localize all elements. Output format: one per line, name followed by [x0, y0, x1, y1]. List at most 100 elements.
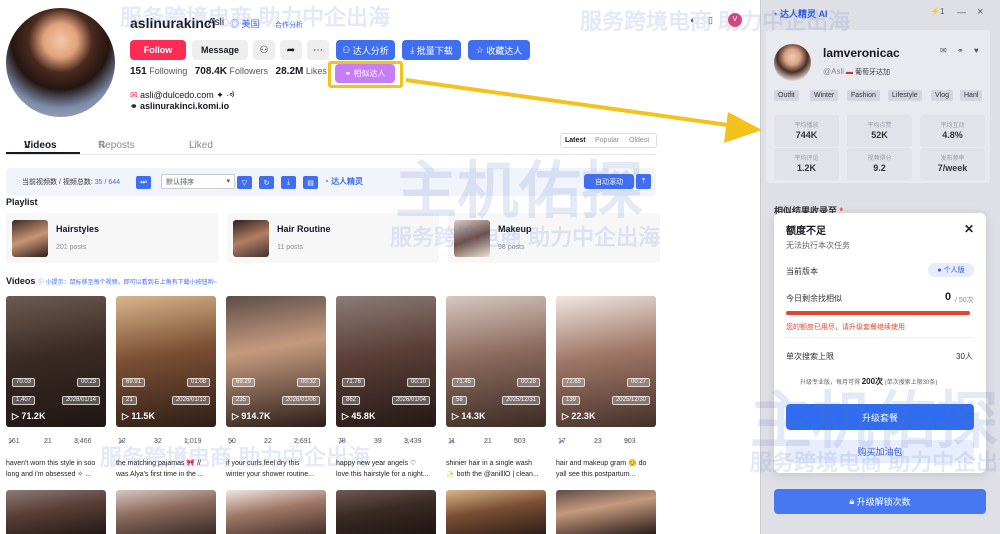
stat-label: 发布频率 — [940, 156, 965, 162]
progress-label: 当前视频数 / 视频总数: — [22, 179, 93, 186]
person-icon: ⚇ — [342, 44, 353, 55]
comments-value: 39 — [374, 438, 382, 445]
profile-link[interactable]: ⚭ aslinurakinci.komi.io — [130, 101, 229, 112]
video-card[interactable]: 71.76 00:10 862 2026/01/04 ▷ 45.8K — [336, 296, 436, 427]
plan-badge: ● 个人版 — [928, 263, 974, 277]
duration-chip: 00:10 — [406, 378, 430, 387]
saves-chip: 58 — [452, 396, 467, 405]
batch-download-button[interactable]: ⤓ 批量下载 — [402, 40, 461, 60]
buy-addon-button[interactable]: 购买加油包 — [786, 440, 974, 463]
creator-tag[interactable]: Fashion — [847, 90, 880, 101]
upgrade-note-number: 200次 — [861, 377, 884, 386]
sort-latest[interactable]: Latest — [565, 137, 586, 144]
sort-popular[interactable]: Popular — [595, 137, 619, 144]
dialog-divider — [786, 337, 974, 338]
unlock-more-button[interactable]: 🔒︎ 升级解锁次数 — [774, 489, 986, 514]
link-icon[interactable]: ⚭ — [957, 46, 964, 55]
sort-oldest[interactable]: Oldest — [629, 137, 649, 144]
creator-tag[interactable]: Outfit — [774, 90, 799, 101]
collect-influencer-button[interactable]: ☆ 收藏达人 — [468, 40, 530, 60]
playlist-count: 11 posts — [277, 244, 303, 251]
skip-icon[interactable]: ⏭ — [136, 176, 151, 189]
comments-value: 21 — [484, 438, 492, 445]
link-text[interactable]: aslinurakinci.komi.io — [140, 101, 229, 111]
video-card[interactable]: 69.29 00:32 235 2026/01/06 ▷ 914.7K — [226, 296, 326, 427]
add-friend-icon[interactable]: ⚇ — [253, 40, 275, 60]
dialog-subtitle: 无法执行本次任务 — [786, 241, 850, 250]
sort-select[interactable]: 默认排序 ▾ — [161, 174, 235, 189]
unlock-label: 升级解锁次数 — [856, 497, 911, 507]
sort-toggle: Latest Popular Oldest — [560, 133, 657, 148]
followers-count: 708.4K — [194, 66, 227, 77]
upgrade-plan-button[interactable]: 升级套餐 — [786, 404, 974, 430]
playlist-count: 98 posts — [498, 244, 525, 251]
theme-icon[interactable]: ◐ — [690, 15, 695, 25]
playlist-item[interactable]: Makeup 98 posts — [448, 213, 660, 263]
engagement-chip: 72.65 — [562, 378, 586, 387]
play-icon: ▷ — [562, 411, 572, 421]
download-icon[interactable]: ⤓ — [281, 176, 296, 189]
dialog-title: 额度不足 — [786, 226, 826, 237]
creator-name: lamveronicac — [823, 46, 900, 60]
video-card[interactable] — [336, 490, 436, 534]
scroll-top-icon[interactable]: ⤒ — [636, 174, 651, 189]
share-icon[interactable]: ➦ — [280, 40, 302, 60]
phone-icon[interactable]: ▯ — [708, 15, 713, 26]
ellipsis-icon[interactable]: ⋯ — [307, 40, 329, 60]
caption-line: if your curls feel dry this — [226, 460, 300, 467]
creator-stat: 平均互动 4.8% — [920, 115, 985, 147]
video-card[interactable] — [556, 490, 656, 534]
videos-tip: ⓘ 小提示：鼠标移至每个视频，即可以看到右上角有下载小按钮哟~ — [38, 277, 217, 286]
brand-icon: ◔ — [324, 177, 332, 186]
user-avatar-icon[interactable]: V — [728, 13, 742, 27]
profile-tabs: ⁝⁝ Videos ⇅ Reposts ♡ Liked — [6, 132, 246, 154]
video-card[interactable] — [446, 490, 546, 534]
playlist-item[interactable]: Hairstyles 201 posts — [6, 213, 218, 263]
saves-chip: 139 — [562, 396, 581, 405]
playlist-name: Makeup — [498, 224, 532, 234]
caption-line: the matching pajamas 🎀 // — [116, 460, 201, 467]
profile-username: aslinurakinci — [130, 15, 216, 31]
video-card[interactable]: 69.91 01:08 21 2026/01/13 ▷ 11.5K — [116, 296, 216, 427]
video-card[interactable]: 71.45 00:28 58 2025/12/31 ▷ 14.3K — [446, 296, 546, 427]
comments-value: 32 — [154, 438, 162, 445]
video-card[interactable] — [6, 490, 106, 534]
mail-icon[interactable]: ✉ — [940, 46, 947, 55]
creator-tag[interactable]: Lifestyle — [888, 90, 922, 101]
refresh-icon[interactable]: ↻ — [259, 176, 274, 189]
highlight-box — [328, 61, 403, 88]
auto-scroll-button[interactable]: 自动滚动 — [584, 174, 634, 189]
duration-chip: 00:27 — [626, 378, 650, 387]
influencer-analysis-button[interactable]: ⚇ 达人分析 — [336, 40, 395, 60]
quota-progress-fill — [786, 311, 970, 315]
export-icon[interactable]: ▤ — [303, 176, 318, 189]
view-count-value: 22.3K — [571, 411, 596, 421]
minimize-icon[interactable]: — — [957, 7, 966, 17]
creator-tag[interactable]: Hanl — [960, 90, 983, 101]
date-chip: 2025/12/30 — [611, 396, 650, 405]
dialog-close-icon[interactable]: ✕ — [964, 222, 974, 236]
message-button[interactable]: Message — [192, 40, 248, 60]
playlist-name: Hairstyles — [56, 224, 100, 234]
coop-analysis-link[interactable]: 合作分析 — [275, 20, 303, 30]
date-chip: 2026/01/13 — [171, 396, 210, 405]
panel-header: ◔ 达人精灵 AI ⚡1 — × — [770, 6, 992, 23]
filter-icon[interactable]: ▽ — [237, 176, 252, 189]
close-icon[interactable]: × — [977, 6, 983, 18]
view-count-value: 71.2K — [21, 411, 46, 421]
creator-tag[interactable]: Winter — [810, 90, 839, 101]
engagement-chip: 70.03 — [12, 378, 36, 387]
video-card[interactable]: 72.65 00:27 139 2025/12/30 ▷ 22.3K — [556, 296, 656, 427]
follow-button[interactable]: Follow — [130, 40, 186, 60]
playlist-item[interactable]: Hair Routine 11 posts — [227, 213, 439, 263]
video-card[interactable] — [116, 490, 216, 534]
video-caption: happy new year angels ♡ love this hairsty… — [336, 458, 438, 480]
video-card[interactable] — [226, 490, 326, 534]
video-card[interactable]: 70.03 00:23 1,407 2026/01/14 ▷ 71.2K — [6, 296, 106, 427]
profile-country: ◎ 美国 — [230, 17, 260, 30]
heart-icon[interactable]: ♥ — [974, 46, 979, 55]
creator-tag[interactable]: Vlog — [931, 90, 954, 101]
saves-chip: 1,407 — [12, 396, 36, 405]
remaining-count: 0 — [945, 291, 952, 303]
chain-link-icon: ⚭ — [130, 101, 141, 111]
